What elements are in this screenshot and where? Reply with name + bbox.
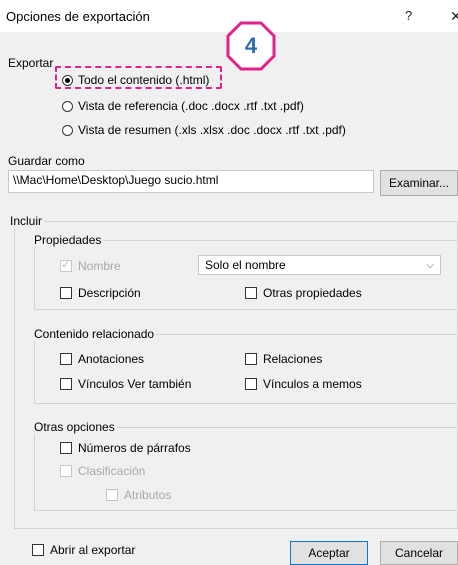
radio-vista-referencia-label: Vista de referencia (.doc .docx .rtf .tx…: [78, 99, 304, 113]
checkbox-vinculos-memos-label: Vínculos a memos: [263, 377, 362, 391]
cancel-button[interactable]: Cancelar: [380, 541, 458, 565]
checkbox-anotaciones-label: Anotaciones: [78, 352, 145, 366]
checkbox-otras-propiedades-label: Otras propiedades: [263, 286, 362, 300]
window-title: Opciones de exportación: [6, 9, 150, 24]
accept-button[interactable]: Aceptar: [290, 541, 368, 565]
checkbox-relaciones[interactable]: Relaciones: [245, 352, 322, 366]
browse-button[interactable]: Examinar...: [380, 170, 458, 196]
checkbox-nombre-label: Nombre: [78, 259, 121, 273]
nombre-select-value: Solo el nombre: [205, 258, 286, 272]
checkbox-icon: [245, 353, 257, 365]
checkbox-anotaciones[interactable]: Anotaciones: [60, 352, 144, 366]
checkbox-checked-icon: ✓: [60, 259, 72, 272]
checkmark-icon: ✓: [61, 259, 71, 271]
highlight-box: [55, 66, 222, 89]
checkbox-icon: [245, 287, 257, 299]
otras-opciones-label: Otras opciones: [32, 420, 117, 434]
close-button[interactable]: ✕: [450, 8, 458, 25]
checkbox-numeros-parrafos[interactable]: Números de párrafos: [60, 441, 191, 455]
close-icon: ✕: [450, 8, 458, 24]
checkbox-vinculos-ver-label: Vínculos Ver también: [78, 377, 192, 391]
save-path-field[interactable]: \\Mac\Home\Desktop\Juego sucio.html: [8, 170, 374, 193]
checkbox-descripcion-label: Descripción: [78, 286, 141, 300]
checkbox-relaciones-label: Relaciones: [263, 352, 323, 366]
step-badge: 4: [225, 20, 277, 72]
checkbox-descripcion[interactable]: Descripción: [60, 286, 141, 300]
checkbox-numeros-parrafos-label: Números de párrafos: [78, 441, 191, 455]
checkbox-icon: [60, 353, 72, 365]
radio-vista-referencia[interactable]: Vista de referencia (.doc .docx .rtf .tx…: [62, 99, 304, 113]
checkbox-atributos-label: Atributos: [124, 488, 172, 502]
checkbox-icon: [106, 489, 118, 501]
help-button[interactable]: ?: [405, 8, 412, 23]
checkbox-nombre[interactable]: ✓ Nombre: [60, 259, 121, 273]
radio-icon: [62, 124, 73, 136]
contenido-group: [34, 334, 458, 404]
checkbox-clasificacion-label: Clasificación: [78, 464, 146, 478]
checkbox-icon: [32, 544, 44, 556]
checkbox-vinculos-memos[interactable]: Vínculos a memos: [245, 377, 362, 391]
propiedades-label: Propiedades: [32, 233, 104, 247]
checkbox-atributos[interactable]: Atributos: [106, 488, 171, 502]
exportar-label: Exportar: [8, 56, 54, 70]
checkbox-icon: [60, 442, 72, 454]
checkbox-vinculos-ver[interactable]: Vínculos Ver también: [60, 377, 191, 391]
checkbox-icon: [60, 378, 72, 390]
nombre-select[interactable]: Solo el nombre ⌵: [198, 255, 441, 275]
checkbox-abrir-exportar-label: Abrir al exportar: [50, 543, 136, 557]
step-number: 4: [244, 33, 258, 58]
checkbox-clasificacion[interactable]: Clasificación: [60, 464, 145, 478]
radio-vista-resumen[interactable]: Vista de resumen (.xls .xlsx .doc .docx …: [62, 123, 346, 137]
checkbox-abrir-exportar[interactable]: Abrir al exportar: [32, 543, 135, 557]
checkbox-icon: [60, 465, 72, 477]
radio-vista-resumen-label: Vista de resumen (.xls .xlsx .doc .docx …: [78, 123, 346, 137]
checkbox-icon: [60, 287, 72, 299]
checkbox-icon: [245, 378, 257, 390]
contenido-label: Contenido relacionado: [32, 327, 157, 341]
radio-icon: [62, 100, 73, 112]
incluir-label: Incluir: [8, 214, 45, 228]
chevron-down-icon: ⌵: [426, 259, 434, 271]
checkbox-otras-propiedades[interactable]: Otras propiedades: [245, 286, 362, 300]
guardar-label: Guardar como: [8, 154, 85, 168]
